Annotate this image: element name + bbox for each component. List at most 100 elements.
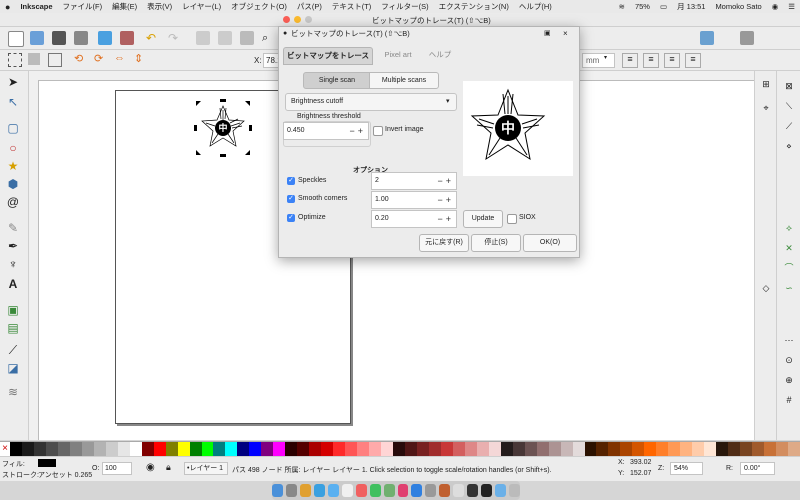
palette-swatch[interactable] xyxy=(452,442,465,456)
menubar-user[interactable]: Momoko Sato xyxy=(710,2,766,11)
palette-swatch[interactable] xyxy=(357,442,370,456)
menu-view[interactable]: 表示(V) xyxy=(142,1,177,12)
spray-tool-icon[interactable]: ▣ xyxy=(6,303,20,317)
palette-swatch[interactable] xyxy=(105,442,118,456)
messages-icon[interactable] xyxy=(369,484,381,497)
invert-image-checkbox[interactable] xyxy=(373,126,383,136)
ellipse-tool-icon[interactable]: ○ xyxy=(6,141,20,155)
palette-swatch[interactable] xyxy=(189,442,202,456)
snap-rotation-icon[interactable]: ⊕ xyxy=(782,373,796,387)
menu-edit[interactable]: 編集(E) xyxy=(107,1,142,12)
snap-midpoint-icon[interactable]: ⋯ xyxy=(782,333,796,347)
tab-pixel-art[interactable]: Pixel art xyxy=(373,47,423,63)
optimize-spinner[interactable]: 0.20 −+ xyxy=(371,210,457,228)
calendar-icon[interactable] xyxy=(341,484,353,497)
text-tool-icon[interactable]: A xyxy=(6,277,20,291)
snap-toggle-icon[interactable]: ⊞ xyxy=(759,77,773,91)
snap-grid-icon[interactable]: # xyxy=(782,393,796,407)
move-patterns-icon[interactable]: ≡ xyxy=(685,53,701,68)
deselect-icon[interactable] xyxy=(48,53,62,67)
flip-vertical-icon[interactable]: ⇕ xyxy=(134,52,143,65)
app-menu[interactable]: Inkscape xyxy=(15,2,57,11)
palette-swatch[interactable] xyxy=(153,442,166,456)
copy-icon[interactable] xyxy=(196,31,210,45)
palette-swatch[interactable] xyxy=(225,442,238,456)
palette-swatch[interactable] xyxy=(249,442,262,456)
snap-bbox-icon[interactable]: ⌖ xyxy=(759,101,773,115)
app-store-icon[interactable] xyxy=(411,484,423,497)
lock-icon[interactable]: 🔒︎ xyxy=(166,462,171,473)
rotate-ccw-icon[interactable]: ⟲ xyxy=(74,52,83,65)
palette-swatch[interactable] xyxy=(524,442,537,456)
apple-icon[interactable]: ● xyxy=(0,2,15,12)
palette-swatch[interactable] xyxy=(213,442,226,456)
smooth-corners-checkbox[interactable]: ✓ xyxy=(287,195,295,203)
select-all-layers-icon[interactable] xyxy=(28,53,40,65)
palette-swatch[interactable] xyxy=(45,442,58,456)
menu-layer[interactable]: レイヤー(L) xyxy=(177,1,226,12)
scale-corners-icon[interactable]: ≡ xyxy=(643,53,659,68)
palette-swatch[interactable] xyxy=(333,442,346,456)
palette-swatch[interactable] xyxy=(776,442,788,456)
menu-file[interactable]: ファイル(F) xyxy=(58,1,108,12)
palette-swatch[interactable] xyxy=(476,442,489,456)
eye-icon[interactable]: ◉ xyxy=(146,462,155,473)
palette-swatch[interactable] xyxy=(21,442,34,456)
palette-swatch[interactable] xyxy=(57,442,70,456)
menu-extensions[interactable]: エクステンション(N) xyxy=(434,1,514,12)
rotation-input[interactable]: 0.00° xyxy=(740,462,775,475)
palette-swatch[interactable] xyxy=(692,442,705,456)
unit-chevron-down-icon[interactable]: ▾ xyxy=(604,54,607,61)
palette-swatch[interactable] xyxy=(177,442,190,456)
palette-swatch[interactable] xyxy=(201,442,214,456)
palette-swatch[interactable] xyxy=(704,442,717,456)
snap-icon[interactable] xyxy=(700,31,714,45)
palette-swatch[interactable] xyxy=(560,442,573,456)
palette-swatch[interactable] xyxy=(488,442,501,456)
revert-button[interactable]: 元に戻す(R) xyxy=(419,234,469,252)
tab-help[interactable]: ヘルプ xyxy=(425,47,455,63)
palette-swatch[interactable] xyxy=(273,442,286,456)
siri-icon[interactable]: ◉ xyxy=(767,2,784,11)
palette-swatch[interactable] xyxy=(740,442,753,456)
palette-swatch[interactable] xyxy=(680,442,693,456)
multiple-scans-button[interactable]: Multiple scans xyxy=(369,72,439,89)
inkscape-icon[interactable] xyxy=(481,484,493,497)
palette-swatch[interactable] xyxy=(512,442,525,456)
palette-swatch[interactable] xyxy=(69,442,82,456)
launchpad-icon[interactable] xyxy=(286,484,297,497)
fontbook-icon[interactable] xyxy=(439,484,451,497)
palette-swatch[interactable] xyxy=(608,442,621,456)
finder-icon[interactable] xyxy=(272,484,283,497)
calligraphy-tool-icon[interactable]: ♆ xyxy=(6,257,20,271)
scale-stroke-icon[interactable]: ≡ xyxy=(622,53,638,68)
preview-app-icon[interactable] xyxy=(453,484,465,497)
move-gradients-icon[interactable]: ≡ xyxy=(664,53,680,68)
stop-button[interactable]: 停止(S) xyxy=(471,234,521,252)
mail-icon[interactable] xyxy=(327,484,339,497)
speckles-checkbox[interactable]: ✓ xyxy=(287,177,295,185)
palette-swatch[interactable] xyxy=(93,442,106,456)
palette-swatch[interactable] xyxy=(237,442,250,456)
terminal-icon[interactable] xyxy=(467,484,479,497)
menu-object[interactable]: オブジェクト(O) xyxy=(226,1,292,12)
palette-swatch[interactable] xyxy=(10,442,22,456)
snap-enable-icon[interactable]: ⊠ xyxy=(782,79,796,93)
smooth-corners-stepper-icons[interactable]: −+ xyxy=(437,192,454,208)
palette-swatch[interactable] xyxy=(536,442,549,456)
palette-swatch[interactable] xyxy=(464,442,477,456)
dialog-close-icon[interactable]: × xyxy=(563,27,568,41)
safari-icon[interactable] xyxy=(313,484,325,497)
menu-filter[interactable]: フィルター(S) xyxy=(376,1,433,12)
import-icon[interactable] xyxy=(98,31,112,45)
zoom-input[interactable]: 54% xyxy=(670,462,703,475)
chrome-icon[interactable] xyxy=(299,484,311,497)
optimize-checkbox[interactable]: ✓ xyxy=(287,214,295,222)
dropper-tool-icon[interactable]: ⟋ xyxy=(6,343,20,357)
node-tool-icon[interactable]: ↖ xyxy=(6,95,20,109)
palette-swatch[interactable] xyxy=(548,442,561,456)
palette-swatch[interactable] xyxy=(428,442,441,456)
palette-swatch[interactable] xyxy=(404,442,417,456)
xml-editor-icon[interactable] xyxy=(740,31,754,45)
threshold-stepper-icons[interactable]: −+ xyxy=(349,123,366,139)
